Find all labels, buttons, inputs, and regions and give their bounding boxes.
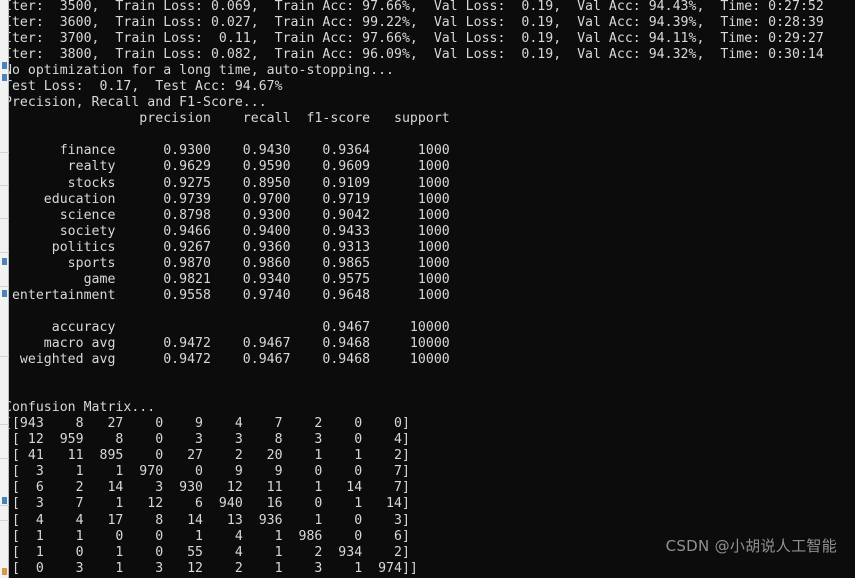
- bg-divider: [0, 458, 9, 459]
- watermark: CSDN @小胡说人工智能: [665, 537, 837, 555]
- bg-divider: [0, 356, 9, 357]
- bg-divider: [0, 185, 9, 186]
- terminal-output: Iter: 3500, Train Loss: 0.069, Train Acc…: [9, 0, 824, 578]
- bg-app-icon: [2, 258, 7, 265]
- screen: Iter: 3500, Train Loss: 0.069, Train Acc…: [0, 0, 855, 578]
- bg-divider: [0, 252, 9, 253]
- bg-app-icon: [2, 497, 7, 504]
- bg-divider: [0, 520, 9, 521]
- bg-divider: [0, 286, 9, 287]
- bg-app-icon: [2, 290, 7, 297]
- terminal-window[interactable]: Iter: 3500, Train Loss: 0.069, Train Acc…: [9, 0, 855, 578]
- bg-app-icon: [2, 62, 7, 69]
- bg-divider: [0, 152, 9, 153]
- bg-divider: [0, 424, 9, 425]
- bg-divider: [0, 218, 9, 219]
- bg-divider: [0, 505, 9, 506]
- background-window-sliver: [0, 0, 9, 578]
- bg-taskbar-fragment: [2, 568, 7, 575]
- bg-app-icon: [2, 74, 7, 81]
